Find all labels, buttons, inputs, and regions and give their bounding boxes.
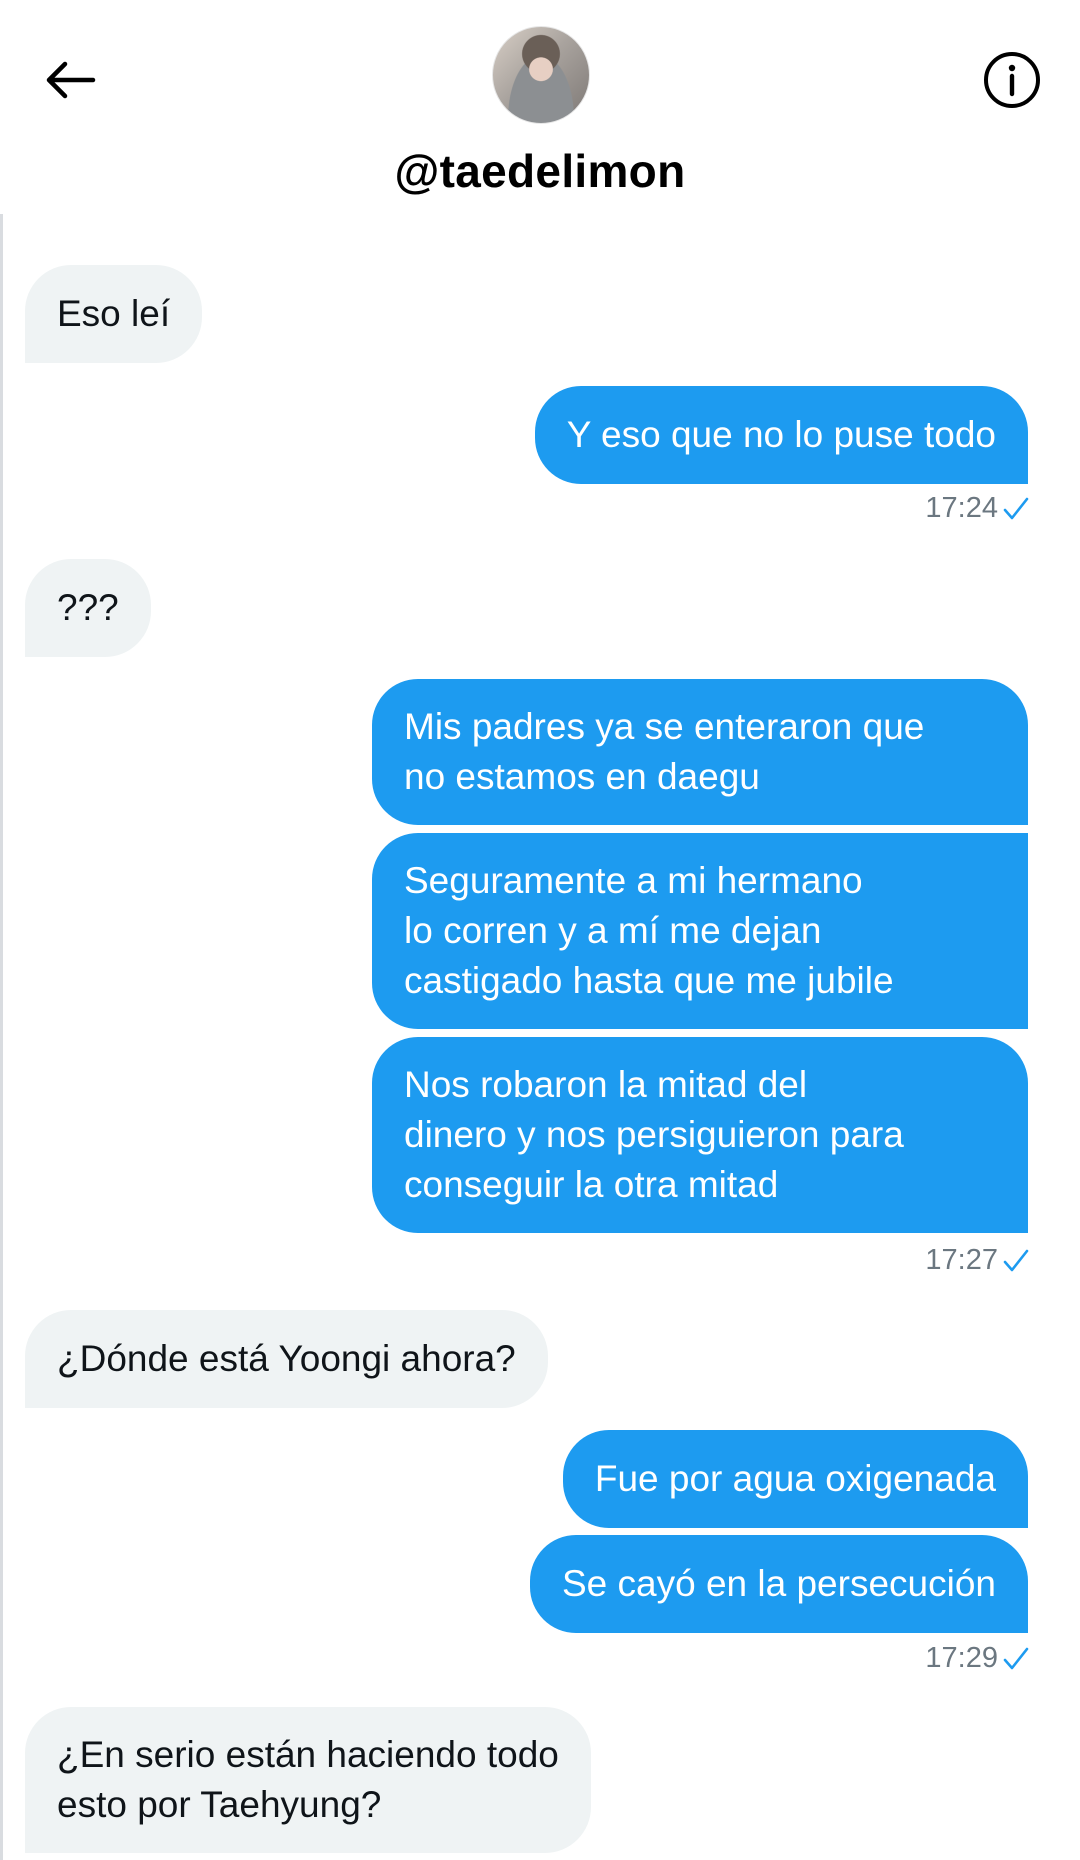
- message-bubble-outgoing[interactable]: Seguramente a mi hermano lo corren y a m…: [372, 833, 1028, 1029]
- message-line: esto por Taehyung?: [57, 1784, 382, 1825]
- message-line: ¿Dónde está Yoongi ahora?: [57, 1338, 516, 1379]
- sent-check-icon: [1003, 1647, 1029, 1669]
- message-timestamp: 17:27: [925, 1244, 1030, 1277]
- message-line: ???: [57, 587, 119, 628]
- message-timestamp: 17:24: [925, 492, 1030, 525]
- message-bubble-incoming[interactable]: ???: [25, 559, 151, 657]
- message-line: dinero y nos persiguieron para: [404, 1114, 904, 1155]
- left-edge-divider: [0, 0, 3, 1860]
- avatar[interactable]: [492, 26, 590, 124]
- message-line: no estamos en daegu: [404, 756, 760, 797]
- sent-check-icon: [1003, 1249, 1029, 1271]
- message-bubble-outgoing[interactable]: Mis padres ya se enteraron que no estamo…: [372, 679, 1028, 825]
- dm-conversation-screen: @taedelimon 17:23 Eso leí Y eso que no l…: [0, 0, 1080, 1860]
- conversation-header: @taedelimon: [0, 0, 1080, 214]
- back-button[interactable]: [38, 48, 102, 112]
- message-line: lo corren y a mí me dejan: [404, 910, 822, 951]
- message-line: Mis padres ya se enteraron que: [404, 706, 925, 747]
- message-timestamp: 17:29: [925, 1642, 1030, 1675]
- message-bubble-incoming[interactable]: ¿Dónde está Yoongi ahora?: [25, 1310, 548, 1408]
- message-bubble-incoming[interactable]: Eso leí: [25, 265, 203, 363]
- message-line: Fue por agua oxigenada: [594, 1458, 996, 1499]
- message-bubble-outgoing[interactable]: Se cayó en la persecución: [530, 1535, 1028, 1633]
- message-line: Y eso que no lo puse todo: [566, 414, 996, 455]
- message-line: castigado hasta que me jubile: [404, 960, 894, 1001]
- message-line: Eso leí: [57, 293, 171, 334]
- message-line: Nos robaron la mitad del: [404, 1064, 808, 1105]
- message-line: Seguramente a mi hermano: [404, 860, 863, 901]
- message-line: ¿En serio están haciendo todo: [57, 1734, 559, 1775]
- message-line: Se cayó en la persecución: [562, 1563, 996, 1604]
- info-circle-icon: [984, 52, 1040, 108]
- arrow-left-icon: [46, 61, 96, 99]
- message-bubble-outgoing[interactable]: Nos robaron la mitad del dinero y nos pe…: [372, 1037, 1028, 1233]
- info-button[interactable]: [980, 48, 1044, 112]
- message-bubble-incoming[interactable]: ¿En serio están haciendo todo esto por T…: [25, 1707, 591, 1853]
- message-bubble-outgoing[interactable]: Fue por agua oxigenada: [562, 1430, 1028, 1528]
- message-line: conseguir la otra mitad: [404, 1164, 779, 1205]
- conversation-username[interactable]: @taedelimon: [0, 144, 1080, 198]
- sent-check-icon: [1003, 497, 1029, 519]
- message-bubble-outgoing[interactable]: Y eso que no lo puse todo: [534, 386, 1028, 484]
